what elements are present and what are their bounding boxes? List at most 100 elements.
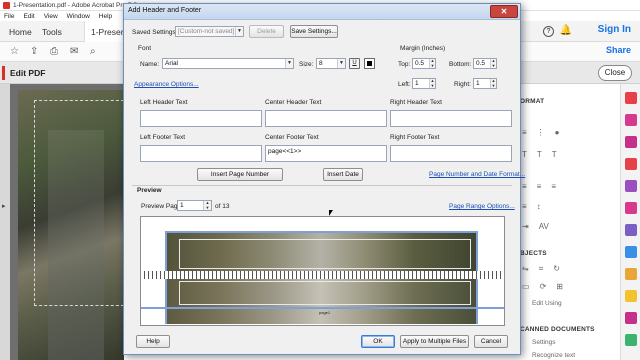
saved-settings-label: Saved Settings:	[132, 29, 178, 36]
underline-button[interactable]: U	[349, 58, 360, 69]
menu-window[interactable]: Window	[67, 13, 90, 20]
char-spacing-icon[interactable]: AV	[539, 222, 549, 231]
help-button[interactable]: Help	[136, 335, 170, 348]
stamp-icon[interactable]	[625, 268, 637, 280]
line-spacing-icon[interactable]: ↕	[537, 202, 541, 211]
certificates-icon[interactable]	[625, 334, 637, 346]
right-header-input[interactable]	[390, 110, 512, 127]
comment-icon[interactable]	[625, 180, 637, 192]
comment-bubble-icon[interactable]	[625, 290, 637, 302]
mail-icon[interactable]: ✉	[70, 46, 78, 57]
center-header-input[interactable]	[265, 110, 387, 127]
text-sub-icon[interactable]: T	[537, 150, 542, 159]
left-footer-input[interactable]	[140, 145, 262, 162]
settings-link[interactable]: Settings	[532, 339, 556, 346]
preview-page-total: of 13	[215, 203, 230, 210]
preview-footer-sample: page1	[319, 310, 331, 315]
recognize-text-toggle[interactable]: Recognize text	[532, 352, 575, 359]
align-center-icon[interactable]: ≡	[537, 182, 542, 191]
preview-page-input[interactable]: 1 ▲ ▼	[177, 200, 212, 211]
help-icon[interactable]: ?	[543, 26, 554, 37]
menu-edit[interactable]: Edit	[23, 13, 34, 20]
organize-icon[interactable]	[625, 136, 637, 148]
tab-tools[interactable]: Tools	[42, 21, 62, 42]
numbered-list-icon[interactable]: ⋮	[537, 128, 545, 137]
color-icon[interactable]: ●	[555, 128, 560, 137]
preview-page-label: Preview Page	[141, 203, 182, 210]
align-right-icon[interactable]: ≡	[551, 182, 556, 191]
left-header-input[interactable]	[140, 110, 262, 127]
justify-icon[interactable]: ≡	[522, 202, 527, 211]
send-icon[interactable]	[625, 224, 637, 236]
replace-icon[interactable]: ⟳	[540, 282, 547, 291]
spinner-arrows-icon[interactable]: ▲ ▼	[490, 59, 496, 68]
save-settings-button[interactable]: Save Settings...	[290, 25, 338, 38]
print-icon[interactable]: ⎙	[50, 46, 58, 57]
insert-page-number-button[interactable]: Insert Page Number	[197, 168, 283, 181]
bell-icon[interactable]: 🔔	[560, 25, 572, 36]
list-icon[interactable]: ≡	[522, 128, 527, 137]
edit-pdf-marker	[2, 66, 5, 80]
font-size-value: 8	[319, 60, 323, 67]
ok-button[interactable]: OK	[361, 335, 395, 348]
delete-button[interactable]: Delete	[249, 25, 284, 38]
apply-multiple-files-button[interactable]: Apply to Multiple Files	[400, 335, 469, 348]
cancel-button[interactable]: Cancel	[474, 335, 508, 348]
margin-bottom-input[interactable]: 0.5 ▲ ▼	[473, 58, 497, 69]
chevron-down-icon: ▼	[235, 27, 243, 36]
menu-file[interactable]: File	[4, 13, 14, 20]
center-footer-input[interactable]: page<<1>>	[265, 145, 387, 162]
align-left-icon[interactable]: ≡	[522, 182, 527, 191]
spinner-arrows-icon[interactable]: ▲ ▼	[203, 201, 211, 210]
insert-date-button[interactable]: Insert Date	[323, 168, 363, 181]
margin-left-input[interactable]: 1 ▲ ▼	[412, 78, 436, 89]
arrange-icon[interactable]: ▭	[522, 282, 530, 291]
fill-sign-icon[interactable]	[625, 202, 637, 214]
spinner-arrows-icon[interactable]: ▲ ▼	[429, 79, 435, 88]
spinner-arrows-icon[interactable]: ▲ ▼	[490, 79, 496, 88]
align-objects-icon[interactable]: ⊞	[556, 282, 563, 291]
edit-using-label[interactable]: Edit Using	[532, 300, 562, 307]
font-group-label: Font	[138, 45, 152, 52]
compare-icon[interactable]	[625, 312, 637, 324]
tab-home[interactable]: Home	[9, 21, 32, 42]
search-icon[interactable]: ⌕	[90, 46, 96, 57]
export-pdf-icon[interactable]	[625, 114, 637, 126]
font-name-dropdown[interactable]: Arial ▼	[162, 58, 294, 69]
sign-in-link[interactable]: Sign In	[598, 24, 631, 35]
margin-top-input[interactable]: 0.5 ▲ ▼	[412, 58, 436, 69]
page-number-date-format-link[interactable]: Page Number and Date Format...	[429, 171, 525, 178]
font-name-value: Arial	[165, 60, 179, 67]
text-style-icon[interactable]: T	[522, 150, 527, 159]
share-button[interactable]: Share	[606, 45, 631, 55]
expand-arrow-icon[interactable]: ▸	[2, 202, 6, 210]
dialog-title: Add Header and Footer	[128, 7, 202, 14]
edit-pdf-icon[interactable]	[625, 158, 637, 170]
flip-icon[interactable]: ⇋	[522, 264, 529, 274]
page-range-options-link[interactable]: Page Range Options...	[449, 203, 515, 210]
upload-icon[interactable]: ⇪	[30, 46, 38, 57]
preview-separator	[132, 185, 512, 186]
menu-view[interactable]: View	[44, 13, 58, 20]
font-size-dropdown[interactable]: 8 ▼	[316, 58, 346, 69]
crop-icon[interactable]: ⌗	[539, 264, 544, 274]
objects-row-2: ▭ ⟳ ⊞	[522, 282, 563, 291]
margin-right-input[interactable]: 1 ▲ ▼	[473, 78, 497, 89]
menu-help[interactable]: Help	[99, 13, 112, 20]
right-footer-input[interactable]	[390, 145, 512, 162]
chevron-down-icon: ▼	[337, 59, 345, 68]
spinner-arrows-icon[interactable]: ▲ ▼	[429, 59, 435, 68]
rotate-icon[interactable]: ↻	[553, 264, 560, 274]
close-edit-button[interactable]: Close	[598, 65, 632, 81]
acrobat-icon	[3, 1, 10, 9]
protect-icon[interactable]	[625, 246, 637, 258]
create-pdf-icon[interactable]	[625, 92, 637, 104]
font-color-picker[interactable]	[364, 58, 375, 69]
appearance-options-link[interactable]: Appearance Options...	[134, 81, 199, 88]
dialog-close-button[interactable]: ✕	[490, 5, 518, 18]
window-title: 1-Presentation.pdf - Adobe Acrobat Pro D…	[13, 1, 138, 9]
star-icon[interactable]: ☆	[10, 46, 19, 57]
saved-settings-dropdown[interactable]: [Custom-not saved] ▼	[175, 26, 244, 37]
indent-icon[interactable]: ⇥	[522, 222, 529, 231]
text-sup-icon[interactable]: T	[552, 150, 557, 159]
